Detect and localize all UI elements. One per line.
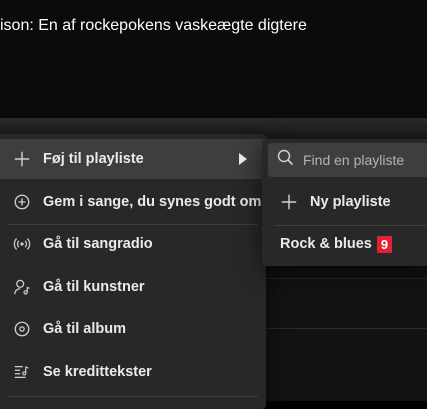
menu-item-go-to-album[interactable]: Gå til album <box>0 309 266 349</box>
chevron-right-icon <box>238 139 248 179</box>
row-divider <box>262 278 427 279</box>
credits-icon <box>12 362 32 382</box>
new-playlist-button[interactable]: Ny playliste <box>262 183 427 221</box>
playlist-search-input[interactable] <box>301 151 427 169</box>
search-icon <box>277 149 294 171</box>
playlist-label: Rock & blues <box>280 236 372 252</box>
menu-item-label: Føj til playliste <box>43 151 144 167</box>
menu-item-save-liked[interactable]: Gem i sange, du synes godt om <box>0 182 266 222</box>
menu-item-go-to-artist[interactable]: Gå til kunstner <box>0 267 266 307</box>
menu-item-label: Gå til kunstner <box>43 279 145 295</box>
menu-item-add-to-playlist[interactable]: Føj til playliste <box>0 139 266 179</box>
row-divider <box>262 328 427 329</box>
playlist-item-rock-blues[interactable]: Rock & blues 9 <box>262 225 427 263</box>
page-title: ison: En af rockepokens vaskeægte digter… <box>0 17 307 34</box>
menu-item-credits[interactable]: Se kredittekster <box>0 352 266 392</box>
context-menu: Føj til playliste Gem i sange, du synes … <box>0 134 266 409</box>
artist-icon <box>12 277 32 297</box>
menu-item-label: Gå til sangradio <box>43 236 153 252</box>
menu-divider <box>8 396 258 397</box>
album-icon <box>12 319 32 339</box>
plus-icon <box>280 193 298 211</box>
new-playlist-label: Ny playliste <box>310 194 391 210</box>
menu-item-label: Gem i sange, du synes godt om <box>43 194 262 210</box>
radio-icon <box>12 234 32 254</box>
playlist-badge: 9 <box>376 235 393 253</box>
playlist-submenu: Ny playliste Rock & blues 9 <box>262 139 427 266</box>
menu-item-song-radio[interactable]: Gå til sangradio <box>0 224 266 264</box>
menu-item-label: Gå til album <box>43 321 126 337</box>
playlist-search[interactable] <box>268 143 427 177</box>
menu-item-label: Se kredittekster <box>43 364 152 380</box>
plus-icon <box>12 149 32 169</box>
add-circle-icon <box>12 192 32 212</box>
